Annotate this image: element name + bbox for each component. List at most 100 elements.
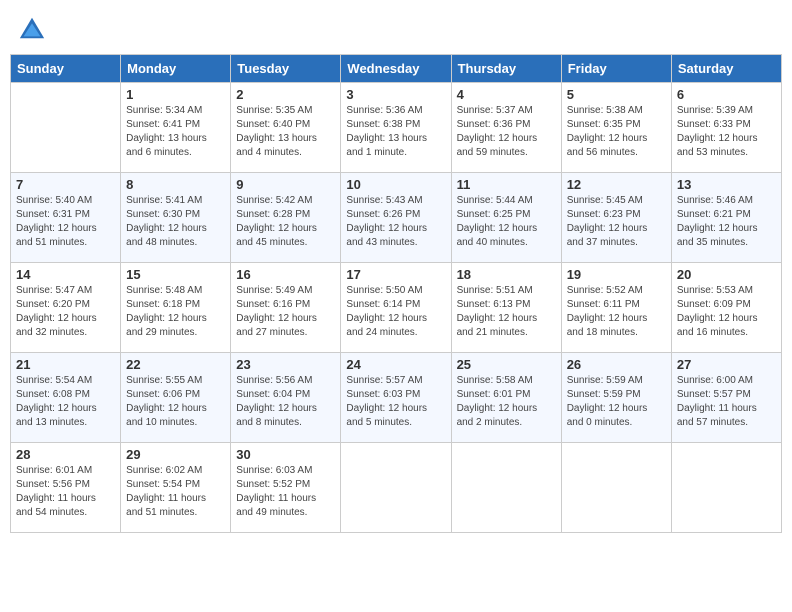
day-number: 14 — [16, 267, 115, 282]
weekday-header-row: SundayMondayTuesdayWednesdayThursdayFrid… — [11, 55, 782, 83]
day-number: 19 — [567, 267, 666, 282]
day-number: 17 — [346, 267, 445, 282]
calendar-cell: 7 Sunrise: 5:40 AMSunset: 6:31 PMDayligh… — [11, 173, 121, 263]
weekday-header-sunday: Sunday — [11, 55, 121, 83]
day-number: 20 — [677, 267, 776, 282]
weekday-header-monday: Monday — [121, 55, 231, 83]
day-number: 6 — [677, 87, 776, 102]
calendar-cell — [451, 443, 561, 533]
calendar-cell: 1 Sunrise: 5:34 AMSunset: 6:41 PMDayligh… — [121, 83, 231, 173]
day-info: Sunrise: 6:00 AMSunset: 5:57 PMDaylight:… — [677, 374, 776, 430]
weekday-header-friday: Friday — [561, 55, 671, 83]
logo-icon — [18, 14, 46, 42]
day-number: 18 — [457, 267, 556, 282]
day-number: 8 — [126, 177, 225, 192]
day-info: Sunrise: 5:50 AMSunset: 6:14 PMDaylight:… — [346, 284, 445, 340]
day-number: 5 — [567, 87, 666, 102]
day-info: Sunrise: 5:43 AMSunset: 6:26 PMDaylight:… — [346, 194, 445, 250]
day-number: 24 — [346, 357, 445, 372]
calendar-cell: 20 Sunrise: 5:53 AMSunset: 6:09 PMDaylig… — [671, 263, 781, 353]
weekday-header-wednesday: Wednesday — [341, 55, 451, 83]
calendar-week-1: 1 Sunrise: 5:34 AMSunset: 6:41 PMDayligh… — [11, 83, 782, 173]
weekday-header-saturday: Saturday — [671, 55, 781, 83]
day-number: 22 — [126, 357, 225, 372]
day-number: 3 — [346, 87, 445, 102]
day-number: 13 — [677, 177, 776, 192]
calendar-week-2: 7 Sunrise: 5:40 AMSunset: 6:31 PMDayligh… — [11, 173, 782, 263]
day-number: 16 — [236, 267, 335, 282]
calendar-cell: 10 Sunrise: 5:43 AMSunset: 6:26 PMDaylig… — [341, 173, 451, 263]
calendar-cell: 2 Sunrise: 5:35 AMSunset: 6:40 PMDayligh… — [231, 83, 341, 173]
weekday-header-thursday: Thursday — [451, 55, 561, 83]
calendar-cell: 9 Sunrise: 5:42 AMSunset: 6:28 PMDayligh… — [231, 173, 341, 263]
day-info: Sunrise: 5:46 AMSunset: 6:21 PMDaylight:… — [677, 194, 776, 250]
day-number: 21 — [16, 357, 115, 372]
calendar-cell — [671, 443, 781, 533]
day-info: Sunrise: 5:44 AMSunset: 6:25 PMDaylight:… — [457, 194, 556, 250]
calendar-cell: 24 Sunrise: 5:57 AMSunset: 6:03 PMDaylig… — [341, 353, 451, 443]
calendar-cell — [341, 443, 451, 533]
calendar-cell: 27 Sunrise: 6:00 AMSunset: 5:57 PMDaylig… — [671, 353, 781, 443]
day-number: 4 — [457, 87, 556, 102]
day-number: 10 — [346, 177, 445, 192]
calendar-cell: 18 Sunrise: 5:51 AMSunset: 6:13 PMDaylig… — [451, 263, 561, 353]
calendar-cell: 6 Sunrise: 5:39 AMSunset: 6:33 PMDayligh… — [671, 83, 781, 173]
calendar-cell: 12 Sunrise: 5:45 AMSunset: 6:23 PMDaylig… — [561, 173, 671, 263]
calendar-cell — [11, 83, 121, 173]
calendar-cell: 16 Sunrise: 5:49 AMSunset: 6:16 PMDaylig… — [231, 263, 341, 353]
day-number: 28 — [16, 447, 115, 462]
day-number: 15 — [126, 267, 225, 282]
calendar-cell: 4 Sunrise: 5:37 AMSunset: 6:36 PMDayligh… — [451, 83, 561, 173]
day-number: 7 — [16, 177, 115, 192]
day-info: Sunrise: 6:02 AMSunset: 5:54 PMDaylight:… — [126, 464, 225, 520]
day-number: 9 — [236, 177, 335, 192]
day-info: Sunrise: 5:55 AMSunset: 6:06 PMDaylight:… — [126, 374, 225, 430]
logo — [18, 14, 50, 42]
day-number: 23 — [236, 357, 335, 372]
calendar-table: SundayMondayTuesdayWednesdayThursdayFrid… — [10, 54, 782, 533]
calendar-cell: 29 Sunrise: 6:02 AMSunset: 5:54 PMDaylig… — [121, 443, 231, 533]
day-info: Sunrise: 5:40 AMSunset: 6:31 PMDaylight:… — [16, 194, 115, 250]
day-info: Sunrise: 5:47 AMSunset: 6:20 PMDaylight:… — [16, 284, 115, 340]
calendar-cell: 23 Sunrise: 5:56 AMSunset: 6:04 PMDaylig… — [231, 353, 341, 443]
day-info: Sunrise: 5:36 AMSunset: 6:38 PMDaylight:… — [346, 104, 445, 160]
day-info: Sunrise: 5:35 AMSunset: 6:40 PMDaylight:… — [236, 104, 335, 160]
day-info: Sunrise: 5:34 AMSunset: 6:41 PMDaylight:… — [126, 104, 225, 160]
calendar-cell: 14 Sunrise: 5:47 AMSunset: 6:20 PMDaylig… — [11, 263, 121, 353]
day-number: 25 — [457, 357, 556, 372]
calendar-week-5: 28 Sunrise: 6:01 AMSunset: 5:56 PMDaylig… — [11, 443, 782, 533]
day-info: Sunrise: 5:49 AMSunset: 6:16 PMDaylight:… — [236, 284, 335, 340]
day-info: Sunrise: 5:53 AMSunset: 6:09 PMDaylight:… — [677, 284, 776, 340]
day-info: Sunrise: 5:52 AMSunset: 6:11 PMDaylight:… — [567, 284, 666, 340]
calendar-cell: 3 Sunrise: 5:36 AMSunset: 6:38 PMDayligh… — [341, 83, 451, 173]
day-info: Sunrise: 5:48 AMSunset: 6:18 PMDaylight:… — [126, 284, 225, 340]
calendar-cell: 22 Sunrise: 5:55 AMSunset: 6:06 PMDaylig… — [121, 353, 231, 443]
day-number: 27 — [677, 357, 776, 372]
day-number: 12 — [567, 177, 666, 192]
day-info: Sunrise: 6:03 AMSunset: 5:52 PMDaylight:… — [236, 464, 335, 520]
calendar-week-3: 14 Sunrise: 5:47 AMSunset: 6:20 PMDaylig… — [11, 263, 782, 353]
day-number: 11 — [457, 177, 556, 192]
calendar-cell: 15 Sunrise: 5:48 AMSunset: 6:18 PMDaylig… — [121, 263, 231, 353]
day-number: 1 — [126, 87, 225, 102]
day-info: Sunrise: 5:54 AMSunset: 6:08 PMDaylight:… — [16, 374, 115, 430]
calendar-cell: 13 Sunrise: 5:46 AMSunset: 6:21 PMDaylig… — [671, 173, 781, 263]
calendar-cell: 11 Sunrise: 5:44 AMSunset: 6:25 PMDaylig… — [451, 173, 561, 263]
day-info: Sunrise: 5:37 AMSunset: 6:36 PMDaylight:… — [457, 104, 556, 160]
calendar-cell: 5 Sunrise: 5:38 AMSunset: 6:35 PMDayligh… — [561, 83, 671, 173]
page-header — [10, 10, 782, 46]
day-info: Sunrise: 5:58 AMSunset: 6:01 PMDaylight:… — [457, 374, 556, 430]
day-info: Sunrise: 5:39 AMSunset: 6:33 PMDaylight:… — [677, 104, 776, 160]
calendar-cell: 30 Sunrise: 6:03 AMSunset: 5:52 PMDaylig… — [231, 443, 341, 533]
calendar-cell: 25 Sunrise: 5:58 AMSunset: 6:01 PMDaylig… — [451, 353, 561, 443]
calendar-cell: 26 Sunrise: 5:59 AMSunset: 5:59 PMDaylig… — [561, 353, 671, 443]
weekday-header-tuesday: Tuesday — [231, 55, 341, 83]
day-number: 26 — [567, 357, 666, 372]
calendar-cell — [561, 443, 671, 533]
day-info: Sunrise: 5:41 AMSunset: 6:30 PMDaylight:… — [126, 194, 225, 250]
day-number: 2 — [236, 87, 335, 102]
calendar-cell: 17 Sunrise: 5:50 AMSunset: 6:14 PMDaylig… — [341, 263, 451, 353]
day-info: Sunrise: 5:38 AMSunset: 6:35 PMDaylight:… — [567, 104, 666, 160]
calendar-week-4: 21 Sunrise: 5:54 AMSunset: 6:08 PMDaylig… — [11, 353, 782, 443]
day-info: Sunrise: 5:42 AMSunset: 6:28 PMDaylight:… — [236, 194, 335, 250]
